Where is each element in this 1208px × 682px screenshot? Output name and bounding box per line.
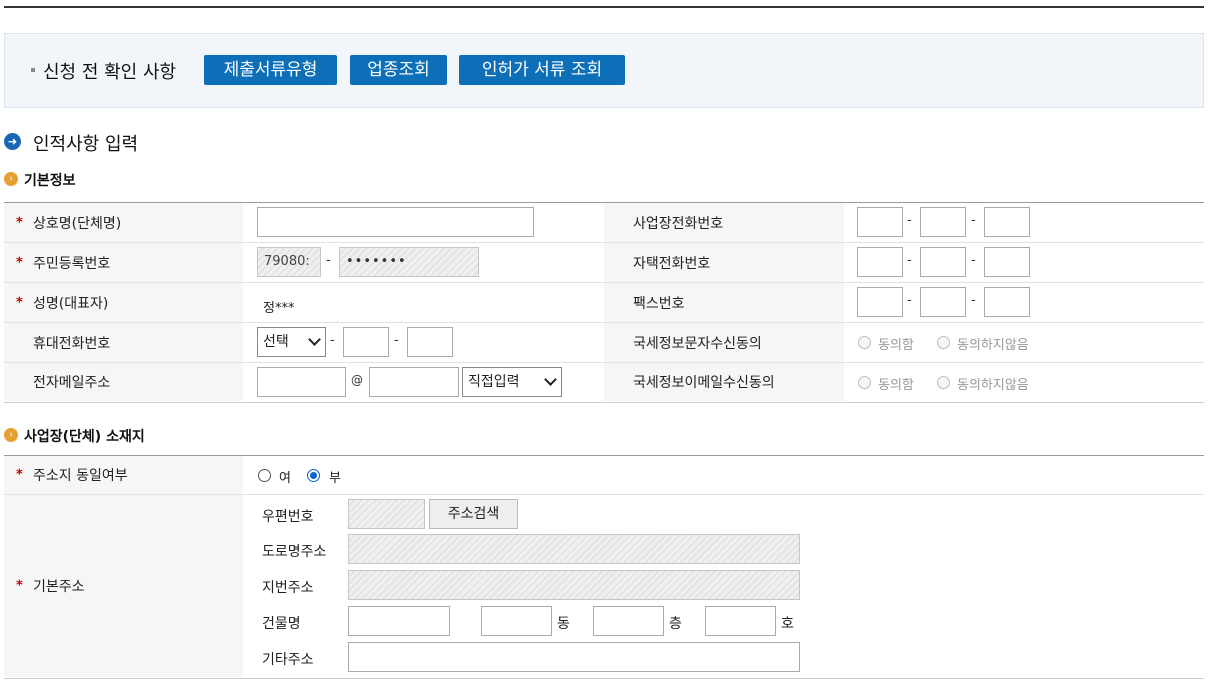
home-phone-label: 자택전화번호 (604, 243, 844, 282)
chevron-right-icon: › (4, 172, 18, 186)
other-address-input[interactable] (348, 642, 800, 672)
postcode-label: 우편번호 (262, 509, 314, 525)
dash: - (394, 333, 399, 348)
ho-label: 호 (781, 616, 794, 632)
ho-input[interactable] (705, 606, 776, 636)
basic-info-table: * 상호명(단체명) 사업장전화번호 - - * 주민등록번호 79080: -… (4, 202, 1204, 403)
home-phone-2-input[interactable] (920, 247, 966, 277)
dash: - (907, 293, 912, 308)
required-icon: * (16, 215, 23, 230)
top-divider (4, 6, 1204, 8)
road-address-field (348, 534, 800, 564)
company-name-input[interactable] (257, 207, 534, 237)
business-phone-label: 사업장전화번호 (604, 203, 844, 242)
dash: - (907, 213, 912, 228)
dash: - (326, 253, 331, 268)
at-sign: @ (351, 373, 363, 387)
required-icon: * (16, 578, 23, 594)
email-consent-label: 국세정보이메일수신동의 (604, 363, 844, 401)
dash: - (971, 293, 976, 308)
notice-title: 신청 전 확인 사항 (43, 62, 177, 83)
table-row: 휴대전화번호 선택 - - 국세정보문자수신동의 동의함 동의하지않음 (4, 323, 1204, 363)
floor-label: 층 (669, 616, 682, 632)
email-label: 전자메일주소 (4, 363, 243, 401)
table-row: * 주소지 동일여부 여 부 (4, 456, 1204, 495)
fax-2-input[interactable] (920, 287, 966, 317)
home-phone-1-input[interactable] (857, 247, 903, 277)
company-name-label: * 상호명(단체명) (4, 203, 243, 242)
required-icon: * (16, 467, 23, 483)
address-search-button[interactable]: 주소검색 (429, 499, 518, 529)
radio-label: 부 (329, 471, 341, 486)
chevron-right-icon: › (4, 428, 18, 442)
chevron-down-icon (544, 373, 557, 386)
radio-label: 동의함 (878, 338, 914, 353)
select-value: 직접입력 (468, 374, 520, 390)
same-address-no-radio[interactable] (307, 469, 320, 482)
table-row: * 성명(대표자) 정*** 팩스번호 - - (4, 283, 1204, 323)
home-phone-3-input[interactable] (984, 247, 1030, 277)
mobile-3-input[interactable] (407, 327, 453, 357)
dong-input[interactable] (481, 606, 552, 636)
pre-application-notice: 신청 전 확인 사항 제출서류유형 업종조회 인허가 서류 조회 (4, 33, 1204, 108)
representative-name-label: * 성명(대표자) (4, 283, 243, 322)
business-phone-1-input[interactable] (857, 207, 903, 237)
dash: - (330, 333, 335, 348)
email-domain-select[interactable]: 직접입력 (462, 367, 562, 397)
resident-number-label: * 주민등록번호 (4, 243, 243, 282)
table-row: 전자메일주소 @ 직접입력 국세정보이메일수신동의 동의함 동의하지않음 (4, 363, 1204, 401)
sms-consent-label: 국세정보문자수신동의 (604, 323, 844, 362)
bullet-icon (31, 68, 35, 72)
radio-label: 여 (279, 471, 291, 486)
sms-consent-agree-radio[interactable] (858, 336, 871, 349)
permit-doc-lookup-button[interactable]: 인허가 서류 조회 (459, 55, 625, 85)
submission-doc-type-button[interactable]: 제출서류유형 (204, 55, 337, 85)
fax-label: 팩스번호 (604, 283, 844, 322)
resident-number-front-field: 79080: (257, 247, 321, 277)
representative-name-value: 정*** (263, 301, 295, 316)
chevron-down-icon (308, 333, 321, 346)
sms-consent-disagree-radio[interactable] (937, 336, 950, 349)
lot-address-label: 지번주소 (262, 580, 314, 596)
dash: - (971, 253, 976, 268)
required-icon: * (16, 255, 23, 270)
radio-label: 동의함 (878, 378, 914, 393)
email-consent-agree-radio[interactable] (858, 376, 871, 389)
radio-label: 동의하지않음 (957, 378, 1029, 393)
fax-3-input[interactable] (984, 287, 1030, 317)
business-phone-2-input[interactable] (920, 207, 966, 237)
mobile-2-input[interactable] (343, 327, 389, 357)
table-row: * 기본주소 우편번호 주소검색 도로명주소 지번주소 건물명 동 층 호 기타… (4, 495, 1204, 677)
required-icon: * (16, 295, 23, 310)
same-address-yes-radio[interactable] (258, 469, 271, 482)
road-address-label: 도로명주소 (262, 544, 327, 560)
mobile-prefix-select[interactable]: 선택 (257, 327, 326, 357)
email-domain-input[interactable] (369, 367, 459, 397)
dash: - (907, 253, 912, 268)
fax-1-input[interactable] (857, 287, 903, 317)
email-consent-disagree-radio[interactable] (937, 376, 950, 389)
table-row: * 상호명(단체명) 사업장전화번호 - - (4, 203, 1204, 243)
floor-input[interactable] (593, 606, 664, 636)
radio-label: 동의하지않음 (957, 338, 1029, 353)
select-value: 선택 (263, 334, 289, 350)
resident-number-back-field: ••••••• (339, 247, 479, 277)
business-phone-3-input[interactable] (984, 207, 1030, 237)
mobile-label: 휴대전화번호 (4, 323, 243, 362)
lot-address-field (348, 570, 800, 600)
industry-lookup-button[interactable]: 업종조회 (350, 55, 447, 85)
basic-address-label: * 기본주소 (4, 495, 243, 677)
dong-label: 동 (557, 616, 570, 632)
building-name-input[interactable] (348, 606, 450, 636)
email-id-input[interactable] (257, 367, 346, 397)
table-row: * 주민등록번호 79080: - ••••••• 자택전화번호 - - (4, 243, 1204, 283)
dash: - (971, 213, 976, 228)
other-address-label: 기타주소 (262, 652, 314, 668)
building-name-label: 건물명 (262, 616, 301, 632)
address-table: * 주소지 동일여부 여 부 * 기본주소 우편번호 주소검색 도로명주소 지번… (4, 455, 1204, 679)
arrow-right-icon: ➜ (4, 133, 21, 150)
same-address-label: * 주소지 동일여부 (4, 456, 243, 494)
postcode-field (348, 499, 425, 529)
